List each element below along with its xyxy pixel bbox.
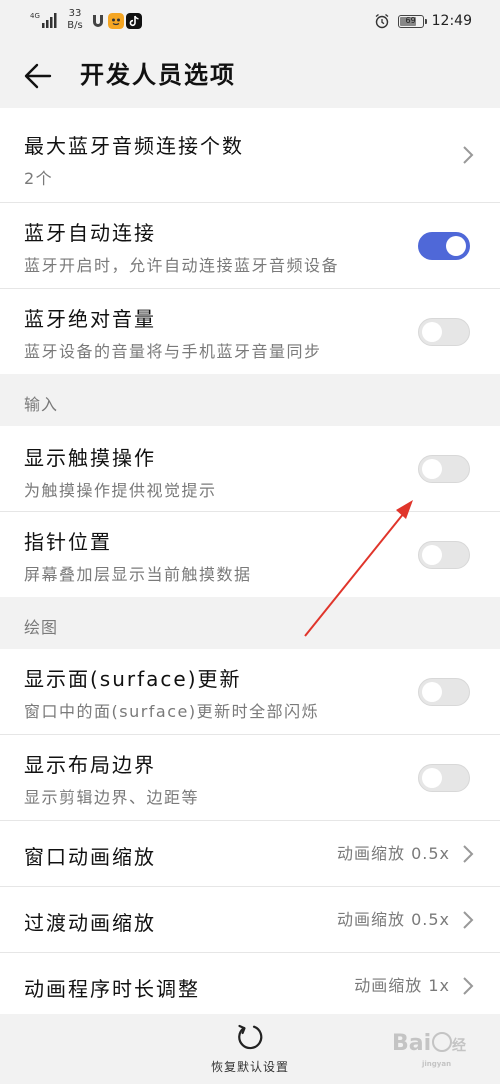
row-value: 2个 [24, 169, 54, 188]
notification-app-icon [93, 15, 103, 27]
svg-text:经: 经 [452, 1037, 466, 1054]
page-title: 开发人员选项 [80, 61, 236, 89]
row-title: 蓝牙绝对音量 [24, 307, 156, 331]
toggle-knob [422, 544, 442, 565]
row-title: 显示面(surface)更新 [24, 667, 242, 691]
settings-list[interactable]: 最大蓝牙音频连接个数 2个 蓝牙自动连接 蓝牙开启时，允许自动连接蓝牙音频设备 … [0, 108, 500, 1014]
row-title: 蓝牙自动连接 [24, 221, 156, 245]
chevron-right-icon [463, 146, 474, 164]
bluetooth-auto-connect-row[interactable]: 蓝牙自动连接 蓝牙开启时，允许自动连接蓝牙音频设备 [0, 203, 500, 289]
window-animation-scale-row[interactable]: 窗口动画缩放 动画缩放 0.5x [0, 821, 500, 887]
show-layout-bounds-toggle[interactable] [418, 763, 470, 792]
row-title: 指针位置 [24, 530, 112, 554]
toggle-knob [422, 458, 442, 479]
back-button[interactable] [18, 58, 58, 94]
bluetooth-absolute-volume-toggle[interactable] [418, 317, 470, 346]
app-header: 开发人员选项 [0, 42, 500, 108]
input-card: 显示触摸操作 为触摸操作提供视觉提示 指针位置 屏幕叠加层显示当前触摸数据 [0, 426, 500, 597]
pointer-location-toggle[interactable] [418, 540, 470, 569]
row-subtitle: 蓝牙设备的音量将与手机蓝牙音量同步 [24, 342, 322, 361]
section-divider [0, 597, 500, 607]
show-taps-row[interactable]: 显示触摸操作 为触摸操作提供视觉提示 [0, 426, 500, 512]
drawing-card: 显示面(surface)更新 窗口中的面(surface)更新时全部闪烁 显示布… [0, 649, 500, 1014]
back-arrow-icon [24, 63, 52, 89]
tiktok-app-icon [126, 13, 142, 29]
row-subtitle: 窗口中的面(surface)更新时全部闪烁 [24, 702, 320, 721]
pointer-location-row[interactable]: 指针位置 屏幕叠加层显示当前触摸数据 [0, 512, 500, 597]
baidu-watermark-logo: Bai 经 jingyan [392, 1031, 466, 1068]
network-speed: 33 B/s [64, 8, 86, 32]
section-header-input: 输入 [0, 384, 500, 426]
toggle-knob [422, 681, 442, 702]
transition-animation-scale-row[interactable]: 过渡动画缩放 动画缩放 0.5x [0, 887, 500, 953]
animator-duration-scale-row[interactable]: 动画程序时长调整 动画缩放 1x [0, 953, 500, 1014]
bluetooth-absolute-volume-row[interactable]: 蓝牙绝对音量 蓝牙设备的音量将与手机蓝牙音量同步 [0, 289, 500, 374]
status-right: 69 12:49 [374, 10, 472, 32]
row-title: 最大蓝牙音频连接个数 [24, 134, 244, 158]
alarm-icon [375, 13, 389, 29]
row-title: 显示触摸操作 [24, 446, 156, 470]
chevron-right-icon [463, 977, 474, 995]
bluetooth-auto-connect-toggle[interactable] [418, 231, 470, 260]
status-time: 12:49 [431, 13, 472, 29]
show-layout-bounds-row[interactable]: 显示布局边界 显示剪辑边界、边距等 [0, 735, 500, 821]
max-bluetooth-audio-row[interactable]: 最大蓝牙音频连接个数 2个 [0, 108, 500, 203]
row-value: 动画缩放 1x [354, 976, 450, 995]
toggle-knob [422, 321, 442, 342]
toggle-knob [446, 235, 466, 256]
row-value: 动画缩放 0.5x [336, 909, 450, 929]
bluetooth-card: 最大蓝牙音频连接个数 2个 蓝牙自动连接 蓝牙开启时，允许自动连接蓝牙音频设备 … [0, 108, 500, 374]
row-subtitle: 为触摸操作提供视觉提示 [24, 481, 217, 500]
show-taps-toggle[interactable] [418, 454, 470, 483]
chevron-right-icon [463, 910, 474, 929]
taobao-app-icon [108, 13, 124, 29]
row-title: 显示布局边界 [24, 753, 156, 777]
section-divider [0, 374, 500, 384]
battery-level: 69 [405, 15, 416, 25]
reset-icon [238, 1024, 263, 1050]
row-subtitle: 屏幕叠加层显示当前触摸数据 [24, 565, 252, 584]
row-subtitle: 蓝牙开启时，允许自动连接蓝牙音频设备 [24, 256, 340, 275]
restore-defaults-label: 恢复默认设置 [210, 1060, 289, 1074]
network-type-label: 4G [30, 12, 40, 20]
svg-text:jingyan: jingyan [421, 1060, 451, 1068]
network-speed-unit: B/s [67, 20, 83, 31]
show-surface-updates-toggle[interactable] [418, 677, 470, 706]
section-header-drawing: 绘图 [0, 607, 500, 649]
status-bar: 4G 33 B/s 69 12:49 [0, 0, 500, 42]
network-speed-value: 33 [68, 8, 82, 19]
show-surface-updates-row[interactable]: 显示面(surface)更新 窗口中的面(surface)更新时全部闪烁 [0, 649, 500, 735]
row-value: 动画缩放 0.5x [336, 843, 450, 863]
chevron-right-icon [463, 844, 474, 863]
signal-icon: 4G [30, 12, 57, 28]
restore-defaults-button[interactable]: 恢复默认设置 [190, 1022, 310, 1082]
row-subtitle: 显示剪辑边界、边距等 [24, 788, 200, 807]
svg-text:Bai: Bai [392, 1031, 431, 1056]
toggle-knob [422, 767, 442, 788]
battery-icon: 69 [397, 14, 427, 28]
